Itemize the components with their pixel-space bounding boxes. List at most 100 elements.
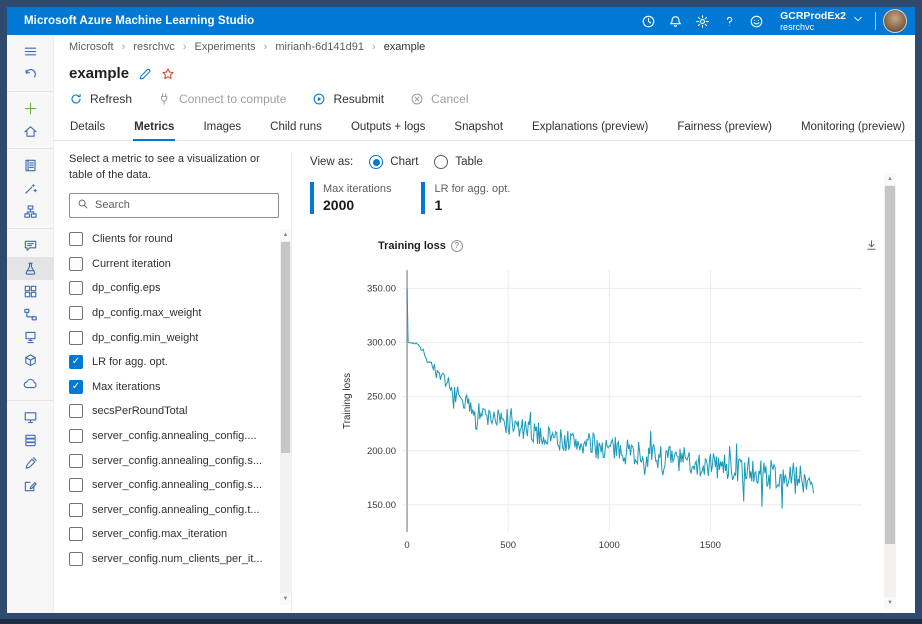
metric-list-item[interactable]: server_config.annealing_config.s... (69, 473, 267, 498)
checkbox[interactable] (69, 429, 83, 443)
breadcrumb-item[interactable]: resrchvc (133, 41, 175, 53)
nav-models-icon[interactable] (7, 326, 54, 349)
metric-list-item[interactable]: server_config.num_clients_per_it... (69, 547, 267, 572)
radio-dot (434, 155, 448, 169)
metric-list-item[interactable]: secsPerRoundTotal (69, 399, 267, 424)
data-labeling-icon (23, 456, 38, 471)
nav-components-icon[interactable] (7, 303, 54, 326)
breadcrumb-item[interactable]: Microsoft (69, 41, 114, 53)
checkbox[interactable] (69, 552, 83, 566)
checkbox[interactable] (69, 232, 83, 246)
nav-compute-icon[interactable] (7, 406, 54, 429)
automl-icon (23, 181, 38, 196)
scroll-up-arrow[interactable]: ▲ (280, 229, 291, 241)
nav-datasets-icon[interactable] (7, 234, 54, 257)
nav-data-labeling-icon[interactable] (7, 452, 54, 475)
nav-automl-icon[interactable] (7, 177, 54, 200)
nav-notebooks-icon[interactable] (7, 154, 54, 177)
content-area: Microsoft›resrchvc›Experiments›mirianh-6… (54, 35, 915, 613)
checkbox[interactable] (69, 454, 83, 468)
nav-pipelines-icon[interactable] (7, 280, 54, 303)
view-as-table-radio[interactable]: Table (434, 155, 483, 169)
scroll-down-arrow[interactable]: ▼ (280, 593, 291, 605)
metric-list-item[interactable]: Clients for round (69, 227, 267, 252)
tab-bar: Details Metrics Images Child runs Outputs + … (54, 113, 915, 141)
tab-metrics[interactable]: Metrics (133, 113, 175, 140)
checkbox[interactable] (69, 527, 83, 541)
metric-list-item[interactable]: server_config.annealing_config.s... (69, 448, 267, 473)
resubmit-button[interactable]: Resubmit (312, 92, 384, 106)
command-label: Cancel (431, 92, 468, 106)
checkbox[interactable] (69, 503, 83, 517)
nav-new-icon[interactable] (7, 97, 54, 120)
refresh-button[interactable]: Refresh (69, 92, 132, 106)
view-as-chart-radio[interactable]: Chart (369, 155, 418, 169)
breadcrumb-item[interactable]: mirianh-6d141d91 (275, 41, 364, 53)
metric-label: server_config.num_clients_per_it... (92, 553, 263, 565)
edit-icon[interactable] (138, 67, 152, 81)
download-icon[interactable] (865, 239, 878, 252)
chevron-down-icon[interactable] (852, 12, 864, 30)
favorite-star-icon[interactable] (161, 67, 175, 81)
tab-outputs-logs[interactable]: Outputs + logs (350, 113, 426, 140)
connect-to-compute-button[interactable]: Connect to compute (158, 92, 286, 106)
metric-list-item[interactable]: server_config.annealing_config.... (69, 424, 267, 449)
tab-snapshot[interactable]: Snapshot (453, 113, 504, 140)
metric-list-item[interactable]: Current iteration (69, 251, 267, 276)
metric-list-item[interactable]: server_config.annealing_config.t... (69, 497, 267, 522)
main-scrollbar[interactable]: ▲ ▼ (884, 173, 896, 609)
metric-list-item[interactable]: server_config.max_iteration (69, 522, 267, 547)
metric-list-item[interactable]: dp_config.max_weight (69, 301, 267, 326)
scrollbar-thumb[interactable] (885, 186, 895, 544)
nav-experiments-icon[interactable] (7, 257, 54, 280)
edit-icon (138, 67, 152, 81)
avatar[interactable] (883, 9, 907, 33)
checkbox[interactable] (69, 404, 83, 418)
tab-images[interactable]: Images (202, 113, 242, 140)
nav-divider (7, 228, 54, 229)
command-bar: Refresh Connect to compute Resubmit Cancel (54, 83, 915, 113)
feedback-icon[interactable] (743, 8, 770, 34)
help-icon[interactable]: ? (451, 240, 463, 252)
clock-icon[interactable] (635, 8, 662, 34)
scroll-up-arrow[interactable]: ▲ (884, 173, 896, 185)
cancel-button[interactable]: Cancel (410, 92, 468, 106)
svg-text:200.00: 200.00 (367, 446, 396, 457)
metric-list-item[interactable]: dp_config.min_weight (69, 325, 267, 350)
metric-list-item[interactable]: ✓LR for agg. opt. (69, 350, 267, 375)
nav-home-icon[interactable] (7, 120, 54, 143)
checkbox[interactable] (69, 306, 83, 320)
nav-collapse-icon[interactable] (7, 63, 54, 86)
metric-list-item[interactable]: ✓Max iterations (69, 374, 267, 399)
help-icon[interactable] (716, 8, 743, 34)
nav-linked-services-icon[interactable] (7, 475, 54, 498)
bell-icon[interactable] (662, 8, 689, 34)
nav-endpoints-icon[interactable] (7, 349, 54, 372)
tab-child-runs[interactable]: Child runs (269, 113, 323, 140)
tab-details[interactable]: Details (69, 113, 106, 140)
checkbox[interactable]: ✓ (69, 380, 83, 394)
nav-webservices-icon[interactable] (7, 372, 54, 395)
tenant-switcher[interactable]: GCRProdEx2 resrchvc (780, 10, 846, 32)
tab-fairness-preview-[interactable]: Fairness (preview) (676, 113, 773, 140)
svg-text:150.00: 150.00 (367, 500, 396, 511)
nav-designer-icon[interactable] (7, 200, 54, 223)
topbar-divider (875, 12, 876, 30)
metric-list-scrollbar[interactable]: ▲ ▼ (280, 229, 291, 605)
scroll-down-arrow[interactable]: ▼ (884, 597, 896, 609)
breadcrumb-item[interactable]: Experiments (195, 41, 256, 53)
tab-explanations-preview-[interactable]: Explanations (preview) (531, 113, 649, 140)
nav-datastores-icon[interactable] (7, 429, 54, 452)
search-input[interactable] (95, 199, 271, 211)
metric-list-item[interactable]: dp_config.eps (69, 276, 267, 301)
command-label: Refresh (90, 92, 132, 106)
checkbox[interactable]: ✓ (69, 355, 83, 369)
checkbox[interactable] (69, 281, 83, 295)
tab-monitoring-preview-[interactable]: Monitoring (preview) (800, 113, 906, 140)
nav-menu-icon[interactable] (7, 40, 54, 63)
gear-icon[interactable] (689, 8, 716, 34)
checkbox[interactable] (69, 257, 83, 271)
checkbox[interactable] (69, 478, 83, 492)
checkbox[interactable] (69, 331, 83, 345)
scrollbar-thumb[interactable] (281, 242, 290, 453)
